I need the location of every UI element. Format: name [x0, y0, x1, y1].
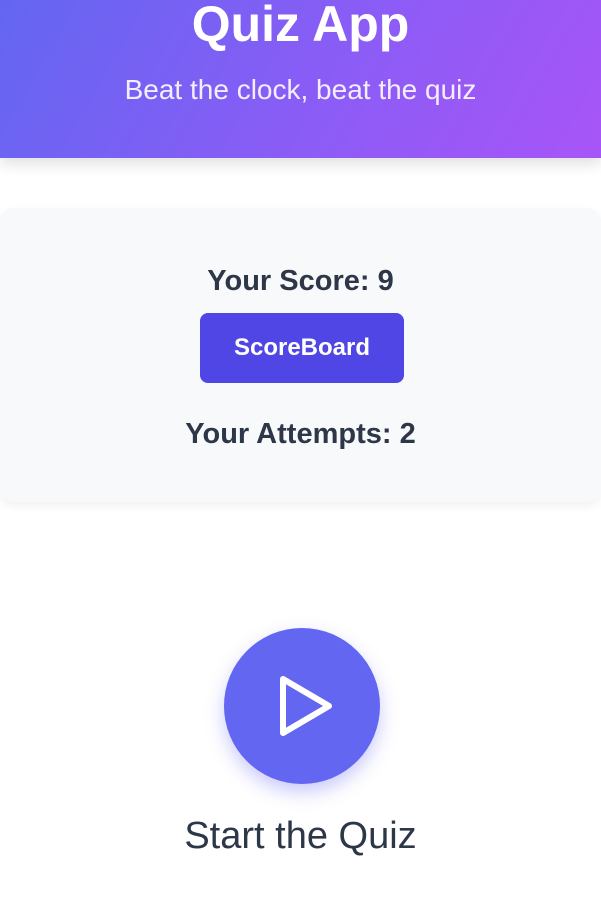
start-quiz-label: Start the Quiz	[184, 815, 417, 857]
score-card: Your Score: 9 ScoreBoard Your Attempts: …	[0, 208, 601, 502]
scoreboard-button[interactable]: ScoreBoard	[200, 313, 404, 383]
start-quiz-button[interactable]	[224, 628, 380, 784]
play-icon	[280, 676, 332, 736]
app-title: Quiz App	[191, 0, 410, 52]
score-text: Your Score: 9	[207, 265, 394, 297]
app-header: Quiz App Beat the clock, beat the quiz	[0, 0, 601, 158]
attempts-text: Your Attempts: 2	[185, 418, 416, 450]
app-subtitle: Beat the clock, beat the quiz	[124, 74, 477, 105]
